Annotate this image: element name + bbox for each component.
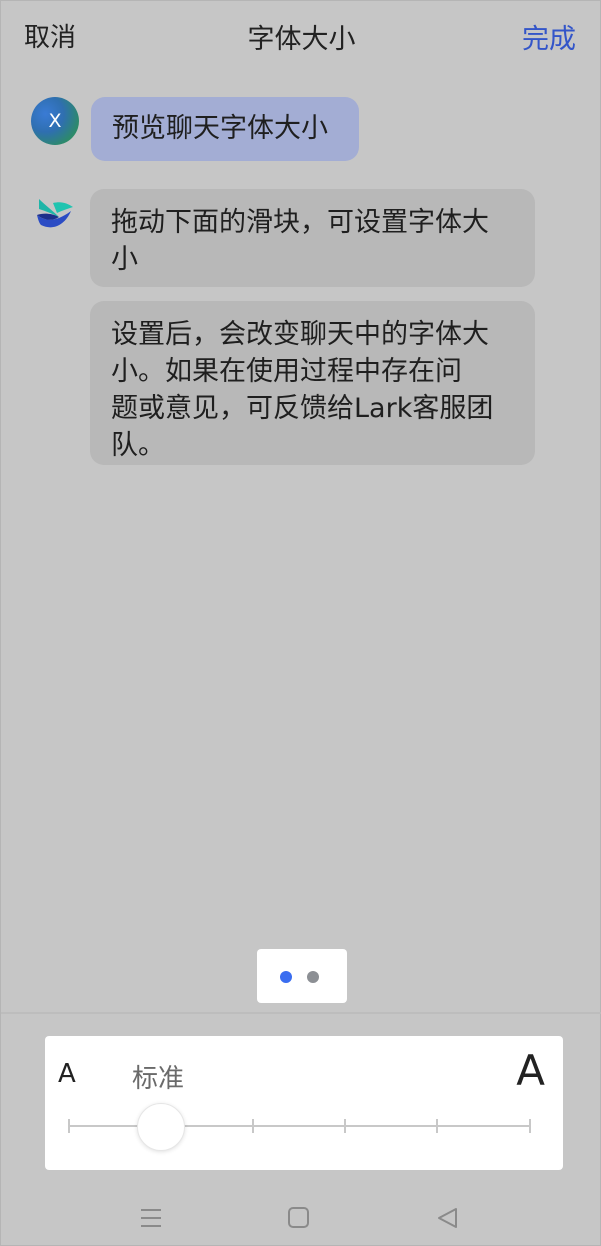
back-triangle-icon[interactable] [436,1206,460,1234]
divider [1,1012,601,1014]
page-title: 字体大小 [247,24,356,55]
bot-message-text: 拖动下面的滑块，可设置字体大 小 [111,207,489,275]
done-button[interactable]: 完成 [522,17,576,56]
page-dot[interactable] [307,971,319,983]
page-dot-active[interactable] [280,971,292,983]
header-bar: 取消 字体大小 完成 [1,1,601,67]
screen: 取消 字体大小 完成 X 预览聊天字体大小 拖动下面的滑块，可设置字体大 小 设… [0,0,601,1246]
bot-message-bubble: 设置后，会改变聊天中的字体大 小。如果在使用过程中存在问 题或意见，可反馈给La… [90,301,535,465]
home-square-icon[interactable] [287,1206,311,1234]
slider-tick[interactable] [344,1119,346,1133]
slider-tick[interactable] [436,1119,438,1133]
font-level-label: 标准 [132,1064,185,1094]
bot-message-text: 设置后，会改变聊天中的字体大 小。如果在使用过程中存在问 题或意见，可反馈给La… [111,319,494,461]
slider-tick[interactable] [68,1119,70,1133]
font-size-panel: A 标准 A [45,1036,563,1170]
slider-tick[interactable] [252,1119,254,1133]
page-indicator [257,949,347,1003]
small-font-icon: A [58,1059,76,1089]
menu-icon[interactable] [139,1206,163,1234]
bot-message-bubble: 拖动下面的滑块，可设置字体大 小 [90,189,535,287]
lark-bot-avatar-icon [33,191,75,233]
user-avatar: X [31,97,79,145]
user-message-bubble: 预览聊天字体大小 [91,97,359,161]
large-font-icon: A [516,1046,545,1095]
slider-tick[interactable] [529,1119,531,1133]
font-size-slider-thumb[interactable] [137,1103,185,1151]
